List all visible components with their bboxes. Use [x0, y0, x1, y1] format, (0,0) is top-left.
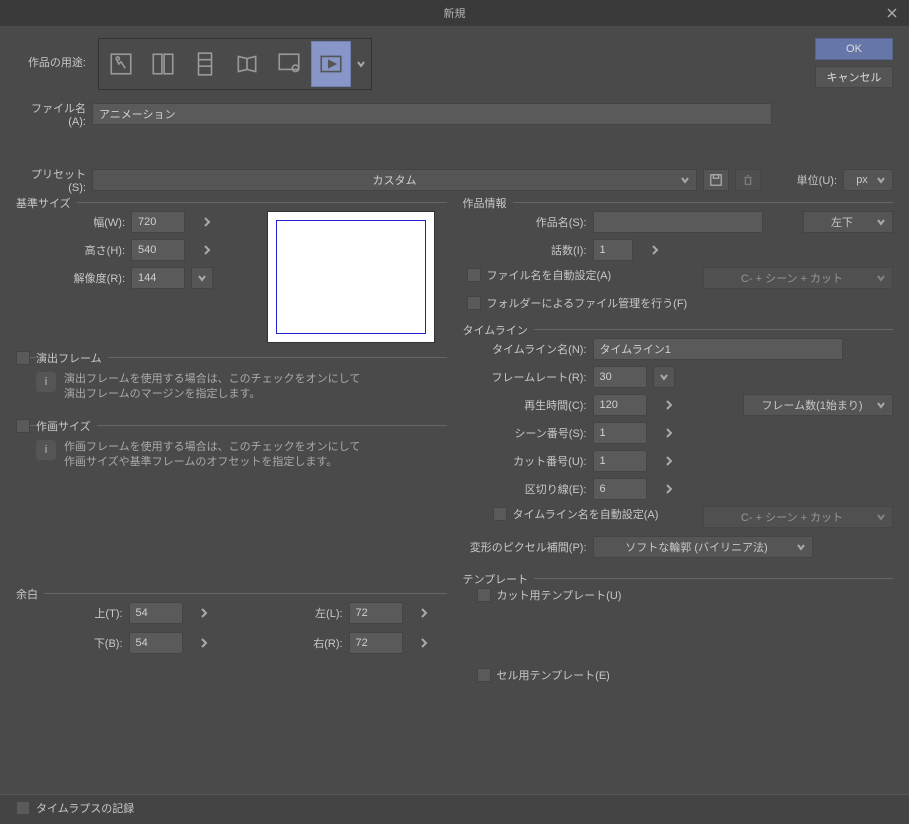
- margin-top-input[interactable]: [129, 602, 183, 624]
- auto-timeline-pattern-select[interactable]: C- + シーン + カット: [703, 506, 893, 528]
- unit-label: 単位(U):: [797, 172, 837, 188]
- unit-select[interactable]: px: [843, 169, 893, 191]
- preset-save-button[interactable]: [703, 169, 729, 191]
- margin-right-stepper[interactable]: [413, 632, 436, 654]
- margin-bottom-stepper[interactable]: [193, 632, 216, 654]
- playtime-input[interactable]: [593, 394, 647, 416]
- framerate-input[interactable]: [593, 366, 647, 388]
- margin-left-input[interactable]: [349, 602, 403, 624]
- episode-input[interactable]: [593, 239, 633, 261]
- height-stepper[interactable]: [195, 239, 219, 261]
- separator-input[interactable]: [593, 478, 647, 500]
- margin-top-stepper[interactable]: [193, 602, 216, 624]
- purpose-label: 作品の用途:: [16, 38, 86, 70]
- playtime-unit-select[interactable]: フレーム数(1始まり): [743, 394, 893, 416]
- filename-input[interactable]: [92, 103, 772, 125]
- separator-stepper[interactable]: [657, 478, 681, 500]
- margin-fieldset: 余白 上(T): 左(L): 下(B):: [16, 593, 447, 658]
- ok-button[interactable]: OK: [815, 38, 893, 60]
- margin-right-input[interactable]: [349, 632, 403, 654]
- cut-template-checkbox[interactable]: [477, 588, 491, 602]
- direction-frame-fieldset: 演出フレーム i 演出フレームを使用する場合は、このチェックをオンにして 演出フ…: [16, 357, 447, 415]
- size-fieldset: 基準サイズ 幅(W): 高さ(H):: [16, 202, 447, 347]
- playtime-stepper[interactable]: [657, 394, 681, 416]
- margin-bottom-input[interactable]: [129, 632, 183, 654]
- width-input[interactable]: [131, 211, 185, 233]
- preset-select[interactable]: カスタム: [92, 169, 697, 191]
- bottom-bar: タイムラプスの記録: [0, 794, 909, 824]
- resolution-input[interactable]: [131, 267, 185, 289]
- timeline-fieldset: タイムライン タイムライン名(N): フレームレート(R): 再生時間(C):: [463, 329, 894, 568]
- preset-label: プリセット(S):: [16, 166, 86, 194]
- auto-timeline-name-checkbox[interactable]: [493, 507, 507, 521]
- cel-template-checkbox[interactable]: [477, 668, 491, 682]
- cut-input[interactable]: [593, 450, 647, 472]
- cancel-button[interactable]: キャンセル: [815, 66, 893, 88]
- purpose-dropdown[interactable]: [353, 41, 369, 87]
- purpose-webtoon[interactable]: [185, 41, 225, 87]
- draw-size-fieldset: 作画サイズ i 作画フレームを使用する場合は、このチェックをオンにして 作画サイ…: [16, 425, 447, 483]
- resolution-dropdown[interactable]: [191, 267, 213, 289]
- purpose-spread[interactable]: [227, 41, 267, 87]
- height-input[interactable]: [131, 239, 185, 261]
- dialog-title: 新規: [444, 5, 466, 21]
- auto-filename-checkbox[interactable]: [467, 268, 481, 282]
- scene-input[interactable]: [593, 422, 647, 444]
- filename-label: ファイル名(A):: [16, 100, 86, 128]
- cut-stepper[interactable]: [657, 450, 681, 472]
- info-icon: i: [36, 372, 56, 392]
- work-name-position-select[interactable]: 左下: [803, 211, 893, 233]
- work-name-input[interactable]: [593, 211, 763, 233]
- scene-stepper[interactable]: [657, 422, 681, 444]
- timeline-name-input[interactable]: [593, 338, 843, 360]
- draw-size-checkbox[interactable]: [16, 419, 30, 433]
- purpose-print[interactable]: [269, 41, 309, 87]
- purpose-animation[interactable]: [311, 41, 351, 87]
- timelapse-checkbox[interactable]: [16, 801, 30, 815]
- margin-left-stepper[interactable]: [413, 602, 436, 624]
- preset-delete-button[interactable]: [735, 169, 761, 191]
- framerate-dropdown[interactable]: [653, 366, 675, 388]
- purpose-icon-bar: [98, 38, 372, 90]
- work-info-fieldset: 作品情報 作品名(S): 左下 話数(I):: [463, 202, 894, 319]
- auto-filename-pattern-select[interactable]: C- + シーン + カット: [703, 267, 893, 289]
- episode-stepper[interactable]: [643, 239, 667, 261]
- canvas-preview: [267, 211, 435, 343]
- folder-manage-checkbox[interactable]: [467, 296, 481, 310]
- template-fieldset: テンプレート カット用テンプレート(U) セル用テンプレート(E): [463, 578, 894, 691]
- close-button[interactable]: [883, 4, 901, 22]
- purpose-illustration[interactable]: [101, 41, 141, 87]
- purpose-comic[interactable]: [143, 41, 183, 87]
- info-icon: i: [36, 440, 56, 460]
- titlebar: 新規: [0, 0, 909, 26]
- width-stepper[interactable]: [195, 211, 219, 233]
- direction-frame-checkbox[interactable]: [16, 351, 30, 365]
- interpolation-select[interactable]: ソフトな輪郭 (バイリニア法): [593, 536, 813, 558]
